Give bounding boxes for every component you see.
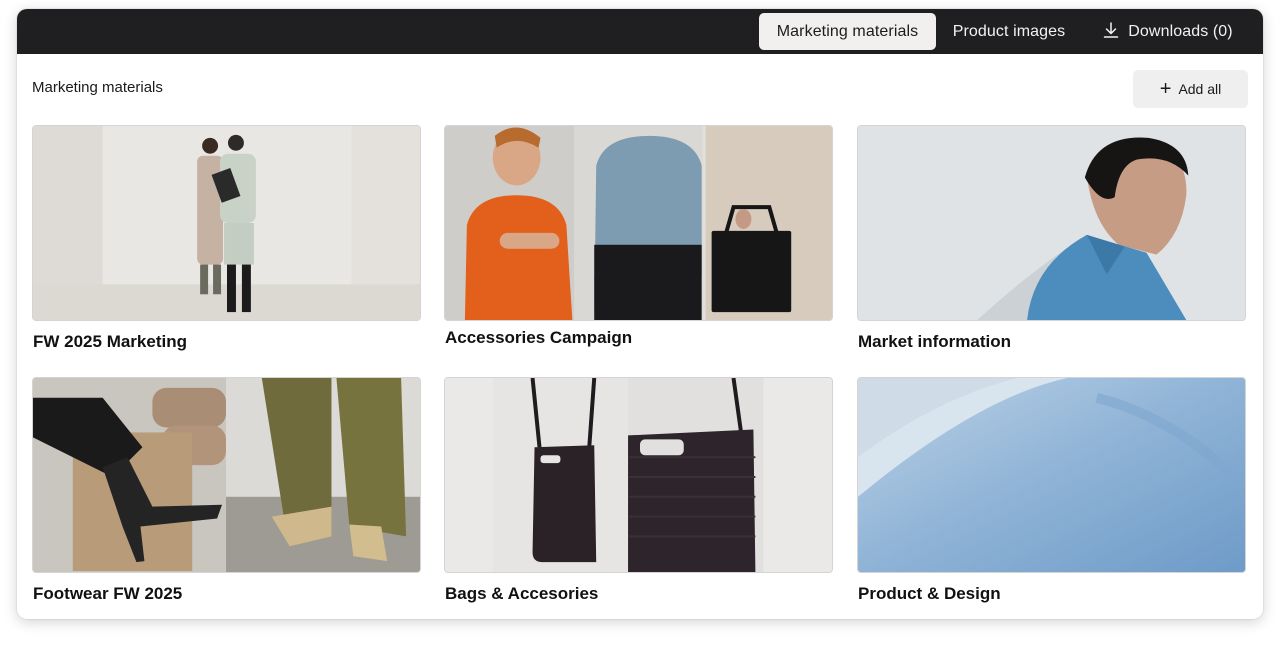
collection-thumbnail bbox=[857, 377, 1246, 573]
app-window: Marketing materials Product images Downl… bbox=[17, 9, 1263, 619]
section-title: Marketing materials bbox=[32, 79, 163, 96]
collection-title: Bags & Accesories bbox=[445, 584, 599, 603]
tab-marketing-materials[interactable]: Marketing materials bbox=[759, 13, 936, 50]
plus-icon: + bbox=[1159, 78, 1172, 100]
collection-title: Market information bbox=[858, 332, 1012, 351]
collection-title: FW 2025 Marketing bbox=[33, 332, 187, 351]
add-all-button[interactable]: + Add all bbox=[1133, 70, 1248, 108]
collection-title: Product & Design bbox=[858, 584, 1001, 603]
add-all-label: Add all bbox=[1178, 81, 1222, 97]
top-navigation-bar: Marketing materials Product images Downl… bbox=[17, 9, 1263, 54]
collection-thumbnail bbox=[444, 125, 833, 321]
collection-thumbnail bbox=[32, 125, 421, 321]
collection-thumbnail bbox=[32, 377, 421, 573]
collection-thumbnail bbox=[857, 125, 1246, 321]
tab-downloads[interactable]: Downloads (0) bbox=[1088, 13, 1248, 50]
download-icon bbox=[1104, 22, 1119, 38]
tab-product-images[interactable]: Product images bbox=[941, 13, 1077, 50]
collection-thumbnail bbox=[444, 377, 833, 573]
collection-title: Accessories Campaign bbox=[445, 328, 633, 347]
downloads-label: Downloads (0) bbox=[1128, 23, 1233, 40]
collection-title: Footwear FW 2025 bbox=[33, 584, 183, 603]
